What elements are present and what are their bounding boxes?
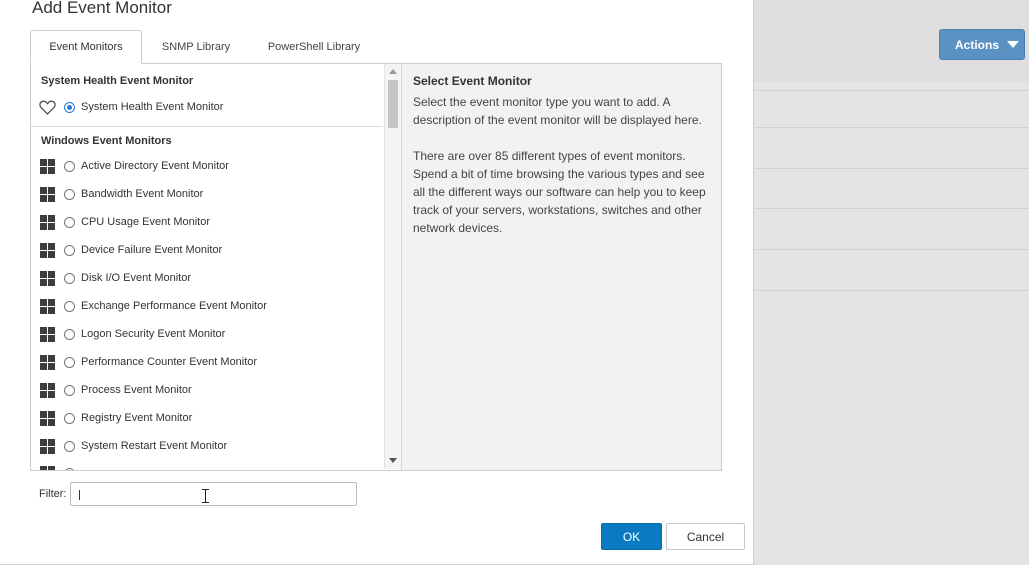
list-item-performance-counter-event-monitor[interactable]: Performance Counter Event Monitor — [39, 352, 257, 372]
caret-down-icon — [1007, 41, 1020, 48]
windows-icon — [39, 214, 56, 230]
windows-icon — [39, 438, 56, 454]
list-item-bandwidth-event-monitor[interactable]: Bandwidth Event Monitor — [39, 184, 203, 204]
group-heading-system-health: System Health Event Monitor — [41, 75, 194, 87]
dialog-title: Add Event Monitor — [32, 0, 172, 17]
description-panel: Select Event Monitor Select the event mo… — [401, 64, 722, 471]
text-caret — [79, 490, 80, 500]
background-divider — [754, 90, 1029, 91]
list-item-system-health-event-monitor[interactable]: System Health Event Monitor — [39, 97, 223, 117]
scroll-down-arrow-icon[interactable] — [389, 458, 397, 463]
background-divider — [754, 208, 1029, 209]
monitor-list[interactable]: System Health Event Monitor System Healt… — [30, 64, 401, 471]
list-item-process-event-monitor[interactable]: Process Event Monitor — [39, 380, 192, 400]
list-scrollbar[interactable] — [384, 64, 401, 469]
list-item-logon-security-event-monitor[interactable]: Logon Security Event Monitor — [39, 324, 225, 344]
windows-icon — [39, 410, 56, 426]
filter-label: Filter: — [39, 488, 67, 500]
windows-icon — [39, 326, 56, 342]
background-page: Actions — [754, 0, 1029, 565]
text-cursor-icon — [202, 489, 209, 503]
list-item-disk-io-event-monitor[interactable]: Disk I/O Event Monitor — [39, 268, 191, 288]
tab-event-monitors[interactable]: Event Monitors — [30, 30, 142, 64]
list-item-device-failure-event-monitor[interactable]: Device Failure Event Monitor — [39, 240, 222, 260]
radio-button[interactable] — [64, 244, 75, 256]
windows-icon — [39, 186, 56, 202]
list-item-active-directory-event-monitor[interactable]: Active Directory Event Monitor — [39, 156, 229, 176]
cancel-button-label: Cancel — [686, 529, 725, 544]
heart-icon — [39, 99, 56, 115]
tab-label: SNMP Library — [161, 41, 231, 53]
background-divider — [754, 290, 1029, 291]
list-item-label: Bandwidth Event Monitor — [81, 188, 204, 200]
list-item-label: Active Directory Event Monitor — [81, 160, 229, 172]
cancel-button[interactable]: Cancel — [666, 523, 745, 550]
radio-button[interactable] — [64, 188, 75, 200]
radio-button[interactable] — [64, 440, 75, 452]
radio-button[interactable] — [64, 160, 75, 172]
windows-icon — [39, 382, 56, 398]
filter-input[interactable] — [70, 482, 357, 506]
windows-icon — [39, 242, 56, 258]
ok-button-label: OK — [622, 529, 641, 544]
list-item-system-restart-event-monitor[interactable]: System Restart Event Monitor — [39, 436, 227, 456]
description-title: Select Event Monitor — [413, 74, 532, 88]
tab-label: Event Monitors — [49, 41, 123, 53]
tab-label: PowerShell Library — [267, 41, 361, 53]
radio-button[interactable] — [64, 272, 75, 284]
description-text: Select the event monitor type you want t… — [413, 95, 702, 127]
windows-icon — [39, 298, 56, 314]
list-item-exchange-performance-event-monitor[interactable]: Exchange Performance Event Monitor — [39, 296, 267, 316]
radio-button[interactable] — [64, 300, 75, 312]
list-item-label: Device Failure Event Monitor — [81, 244, 223, 256]
add-event-monitor-dialog: Add Event Monitor Event Monitors SNMP Li… — [0, 0, 754, 565]
list-item-partial[interactable] — [39, 463, 81, 470]
description-text: There are over 85 different types of eve… — [413, 149, 706, 235]
actions-label: Actions — [955, 37, 1000, 52]
group-divider — [31, 126, 383, 127]
list-item-label: Exchange Performance Event Monitor — [81, 300, 267, 312]
list-item-label: Logon Security Event Monitor — [81, 328, 226, 340]
list-item-label: Registry Event Monitor — [81, 412, 193, 424]
windows-icon — [39, 158, 56, 174]
group-heading-windows: Windows Event Monitors — [41, 135, 172, 147]
list-item-label: CPU Usage Event Monitor — [81, 216, 210, 228]
list-item-registry-event-monitor[interactable]: Registry Event Monitor — [39, 408, 192, 428]
tab-snmp-library[interactable]: SNMP Library — [145, 30, 247, 64]
windows-icon — [39, 270, 56, 286]
list-item-label: Disk I/O Event Monitor — [81, 272, 192, 284]
background-divider — [754, 168, 1029, 169]
actions-button[interactable]: Actions — [939, 29, 1025, 60]
list-item-label: System Restart Event Monitor — [81, 440, 228, 452]
background-divider — [754, 249, 1029, 250]
windows-icon — [39, 465, 56, 470]
list-item-label: Process Event Monitor — [81, 384, 192, 396]
radio-button[interactable] — [64, 412, 75, 424]
windows-icon — [39, 354, 56, 370]
tab-powershell-library[interactable]: PowerShell Library — [250, 30, 378, 64]
background-divider — [754, 127, 1029, 128]
scroll-up-arrow-icon[interactable] — [389, 69, 397, 74]
radio-button[interactable] — [64, 467, 75, 470]
radio-button[interactable] — [64, 384, 75, 396]
ok-button[interactable]: OK — [601, 523, 662, 550]
radio-button[interactable] — [64, 216, 75, 228]
scroll-thumb[interactable] — [388, 80, 398, 128]
radio-button[interactable] — [64, 356, 75, 368]
list-item-cpu-usage-event-monitor[interactable]: CPU Usage Event Monitor — [39, 212, 210, 232]
list-item-label: System Health Event Monitor — [81, 101, 224, 113]
radio-button[interactable] — [64, 328, 75, 340]
list-item-label: Performance Counter Event Monitor — [81, 356, 258, 368]
radio-button[interactable] — [64, 101, 75, 113]
